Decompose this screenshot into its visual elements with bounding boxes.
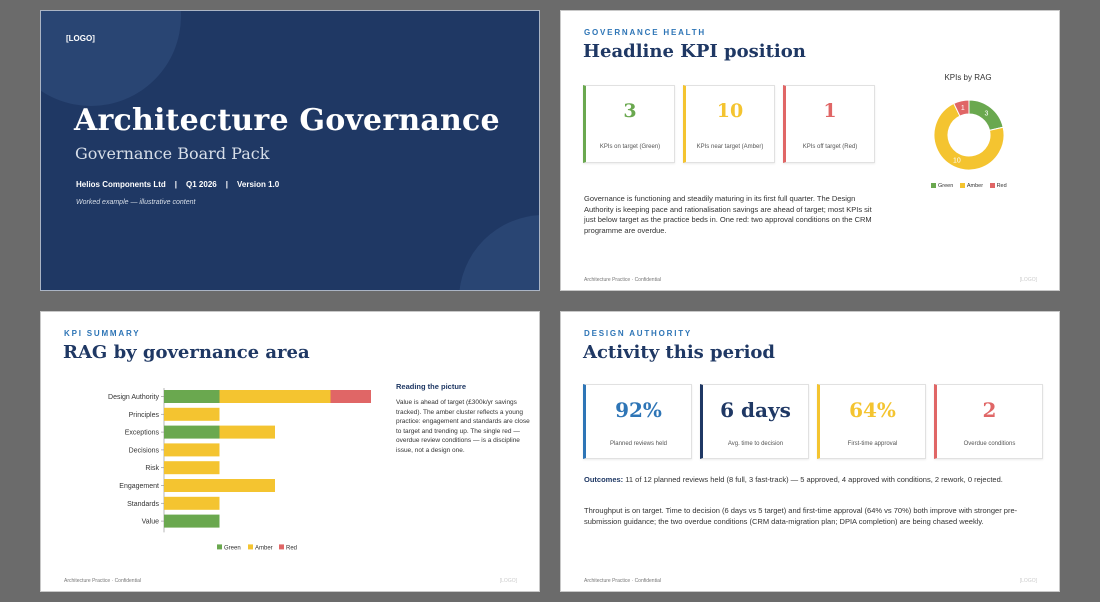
slide-title: Activity this period bbox=[583, 342, 776, 363]
slide-eyebrow: DESIGN AUTHORITY bbox=[584, 329, 693, 338]
slide-title: RAG by governance area bbox=[63, 342, 310, 363]
activity-value: 6 days bbox=[720, 398, 791, 422]
legend-label: Amber bbox=[255, 545, 273, 550]
bar-segment-amber bbox=[219, 425, 275, 439]
donut-data-label: 1 bbox=[961, 105, 965, 112]
legend-label: Red bbox=[996, 183, 1007, 189]
kpi-rag-donut-chart: 3 10 1 bbox=[933, 99, 1005, 171]
logo-placeholder: [LOGO] bbox=[66, 34, 95, 43]
deck-subtitle: Governance Board Pack bbox=[75, 144, 270, 163]
legend-swatch bbox=[279, 544, 284, 550]
activity-label: Overdue conditions bbox=[963, 441, 1016, 447]
kpi-position-slide[interactable]: GOVERNANCE HEALTH Headline KPI position … bbox=[560, 10, 1060, 291]
bar-segment-amber bbox=[164, 443, 220, 457]
decorative-circle-top-left bbox=[41, 11, 181, 106]
legend-label: Red bbox=[286, 545, 297, 550]
donut-data-label: 3 bbox=[985, 111, 989, 118]
outcomes-paragraph: Outcomes: 11 of 12 planned reviews held … bbox=[584, 475, 1024, 486]
bar-segment-amber bbox=[164, 479, 275, 492]
activity-label: First-time approval bbox=[847, 441, 898, 447]
slide-title: Headline KPI position bbox=[583, 41, 806, 62]
footer-text: Architecture Practice · Confidential bbox=[584, 277, 661, 283]
kpi-value: 10 bbox=[716, 100, 744, 122]
legend-swatch bbox=[959, 183, 965, 189]
kpi-value: 1 bbox=[823, 100, 837, 122]
activity-value: 64% bbox=[849, 398, 896, 422]
legend-item-red: Red bbox=[989, 183, 1007, 189]
legend-label: Green bbox=[224, 545, 241, 550]
activity-card-decision-time: 6 days Avg. time to decision bbox=[700, 384, 809, 459]
activity-label: Planned reviews held bbox=[609, 441, 668, 447]
reading-heading: Reading the picture bbox=[396, 382, 467, 391]
legend-swatch bbox=[931, 183, 936, 189]
legend-label: Green bbox=[938, 183, 954, 189]
reading-text: Value is ahead of target (£300k/yr savin… bbox=[396, 399, 530, 454]
bar-segment-green bbox=[164, 425, 220, 439]
donut-chart-title: KPIs by RAG bbox=[944, 73, 992, 82]
rag-stacked-bar-chart: Design Authority Principles Exceptions Deci… bbox=[108, 388, 371, 550]
illustrative-note: Worked example — illustrative content bbox=[76, 199, 196, 206]
kpi-label: KPIs off target (Red) bbox=[802, 144, 858, 150]
quarter: Q1 2026 bbox=[186, 180, 217, 189]
category-tick-label: Risk bbox=[145, 465, 159, 472]
footer-logo: [LOGO] bbox=[1019, 277, 1037, 283]
activity-card-overdue: 2 Overdue conditions bbox=[934, 384, 1043, 459]
kpi-card-red: 1 KPIs off target (Red) bbox=[783, 85, 875, 163]
footer-logo: [LOGO] bbox=[499, 578, 517, 584]
legend-swatch bbox=[989, 183, 995, 189]
donut-legend: Green Amber Red bbox=[931, 183, 1012, 189]
legend-item-green: Green bbox=[931, 183, 953, 189]
summary-paragraph: Governance is functioning and steadily m… bbox=[584, 194, 872, 235]
category-tick-label: Value bbox=[142, 519, 159, 526]
deck-meta: Helios Components Ltd | Q1 2026 | Version 1.… bbox=[76, 180, 279, 189]
bar-segment-amber bbox=[164, 407, 220, 421]
bar-segment-amber bbox=[164, 496, 220, 510]
category-tick-label: Engagement bbox=[119, 483, 159, 490]
bar-segment-green bbox=[164, 514, 220, 528]
legend-item-amber: Amber bbox=[959, 183, 984, 189]
kpi-value: 3 bbox=[623, 100, 637, 122]
decorative-circle-bottom-right bbox=[459, 215, 539, 290]
kpi-card-green: 3 KPIs on target (Green) bbox=[583, 85, 675, 163]
legend-swatch bbox=[217, 544, 222, 550]
kpi-card-amber: 10 KPIs near target (Amber) bbox=[683, 85, 775, 163]
throughput-paragraph: Throughput is on target. Time to decisio… bbox=[584, 506, 1018, 526]
company-name: Helios Components Ltd bbox=[76, 180, 166, 189]
bar-segment-amber bbox=[219, 390, 331, 403]
category-tick-label: Standards bbox=[127, 501, 159, 508]
deck-title: Architecture Governance bbox=[74, 103, 500, 138]
meta-separator: | bbox=[174, 180, 178, 189]
kpi-label: KPIs near target (Amber) bbox=[696, 144, 764, 150]
category-tick-label: Decisions bbox=[129, 447, 160, 454]
category-tick-label: Design Authority bbox=[108, 394, 159, 401]
activity-card-reviews: 92% Planned reviews held bbox=[583, 384, 692, 459]
footer-text: Architecture Practice · Confidential bbox=[64, 578, 141, 584]
activity-value: 92% bbox=[615, 398, 662, 422]
rag-by-area-slide[interactable]: KPI SUMMARY RAG by governance area Desig… bbox=[40, 311, 540, 592]
legend-swatch bbox=[248, 544, 253, 550]
activity-value: 2 bbox=[982, 398, 997, 422]
footer-logo: [LOGO] bbox=[1019, 578, 1037, 584]
outcomes-text: 11 of 12 planned reviews held (8 full, 3… bbox=[625, 475, 1003, 484]
activity-card-approval: 64% First-time approval bbox=[817, 384, 926, 459]
activity-label: Avg. time to decision bbox=[727, 441, 784, 447]
donut-data-label: 10 bbox=[953, 158, 961, 165]
version: Version 1.0 bbox=[236, 180, 280, 189]
bar-segment-red bbox=[330, 390, 371, 403]
legend-label: Amber bbox=[966, 183, 984, 189]
category-tick-label: Principles bbox=[129, 412, 160, 419]
outcomes-label: Outcomes: bbox=[584, 475, 624, 484]
kpi-label: KPIs on target (Green) bbox=[599, 144, 661, 150]
footer-text: Architecture Practice · Confidential bbox=[584, 578, 661, 584]
activity-slide[interactable]: DESIGN AUTHORITY Activity this period 92… bbox=[560, 311, 1060, 592]
meta-separator: | bbox=[225, 180, 228, 189]
bar-segment-amber bbox=[164, 461, 220, 475]
slide-eyebrow: KPI SUMMARY bbox=[64, 329, 141, 338]
category-tick-label: Exceptions bbox=[125, 430, 160, 437]
bar-segment-green bbox=[164, 390, 220, 403]
slide-eyebrow: GOVERNANCE HEALTH bbox=[584, 28, 707, 37]
title-slide[interactable]: [LOGO] Architecture Governance Governanc… bbox=[40, 10, 540, 291]
